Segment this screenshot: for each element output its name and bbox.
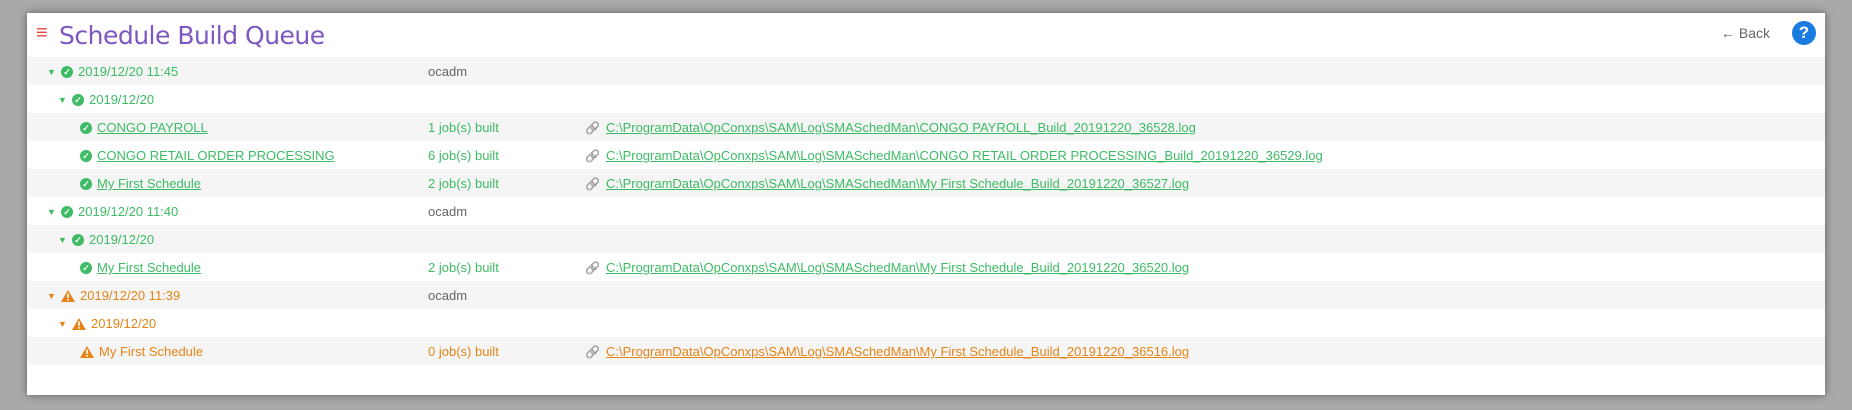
caret-down-icon[interactable]: ▼: [58, 319, 67, 329]
check-circle-icon: ✓: [80, 261, 92, 274]
tree-row[interactable]: ▼ 2019/12/20 11:39 ocadm: [27, 281, 1825, 309]
caret-down-icon[interactable]: ▼: [58, 235, 67, 245]
tree-row[interactable]: ▼ 2019/12/20: [27, 309, 1825, 337]
tree-node: ✓ CONGO RETAIL ORDER PROCESSING: [80, 148, 335, 163]
jobs-built-count: 2 job(s) built: [428, 176, 499, 191]
caret-down-icon[interactable]: ▼: [47, 291, 56, 301]
warning-icon: [80, 345, 94, 358]
schedule-name[interactable]: My First Schedule: [97, 176, 201, 191]
jobs-built-count: 2 job(s) built: [428, 260, 499, 275]
link-icon: 🔗: [585, 120, 600, 135]
tree-row[interactable]: ✓ My First Schedule 2 job(s) built 🔗 C:\Prog…: [27, 169, 1825, 197]
tree-row[interactable]: ▼ ✓ 2019/12/20 11:45 ocadm: [27, 57, 1825, 85]
user-name: ocadm: [428, 288, 468, 303]
tree-node: My First Schedule: [80, 344, 203, 359]
tree-node: ▼ ✓ 2019/12/20 11:40: [47, 204, 178, 219]
warning-icon: [61, 289, 75, 302]
log-path[interactable]: C:\ProgramData\OpConxps\SAM\Log\SMASched…: [606, 260, 1189, 275]
schedule-name: My First Schedule: [99, 344, 204, 359]
check-circle-icon: ✓: [80, 177, 92, 190]
node-label: 2019/12/20 11:45: [78, 64, 179, 79]
user-name: ocadm: [428, 204, 468, 219]
caret-down-icon[interactable]: ▼: [47, 67, 56, 77]
tree-node: ✓ My First Schedule: [80, 260, 201, 275]
build-queue-tree: ▼ ✓ 2019/12/20 11:45 ocadm ▼ ✓ 2019/12/20 ✓ CONG…: [27, 57, 1825, 365]
schedule-name[interactable]: CONGO RETAIL ORDER PROCESSING: [97, 148, 335, 163]
node-label: 2019/12/20: [91, 316, 157, 331]
caret-down-icon[interactable]: ▼: [58, 95, 67, 105]
hamburger-menu-icon[interactable]: ≡: [36, 23, 48, 43]
check-circle-icon: ✓: [61, 205, 73, 218]
caret-down-icon[interactable]: ▼: [47, 207, 56, 217]
check-circle-icon: ✓: [80, 121, 92, 134]
log-link[interactable]: 🔗 C:\ProgramData\OpConxps\SAM\Log\SMASche…: [585, 260, 1189, 275]
schedule-name[interactable]: My First Schedule: [97, 260, 201, 275]
tree-node: ▼ ✓ 2019/12/20: [58, 92, 154, 107]
log-link[interactable]: 🔗 C:\ProgramData\OpConxps\SAM\Log\SMASche…: [585, 148, 1323, 163]
jobs-built-count: 1 job(s) built: [428, 120, 499, 135]
tree-row[interactable]: ✓ CONGO PAYROLL 1 job(s) built 🔗 C:\ProgramD…: [27, 113, 1825, 141]
tree-row[interactable]: ▼ ✓ 2019/12/20: [27, 225, 1825, 253]
tree-row[interactable]: ✓ CONGO RETAIL ORDER PROCESSING 6 job(s) b…: [27, 141, 1825, 169]
node-label: 2019/12/20 11:39: [80, 288, 181, 303]
link-icon: 🔗: [585, 148, 600, 163]
log-link[interactable]: 🔗 C:\ProgramData\OpConxps\SAM\Log\SMASche…: [585, 344, 1189, 359]
page-title: Schedule Build Queue: [59, 21, 325, 50]
tree-node: ✓ CONGO PAYROLL: [80, 120, 208, 135]
check-circle-icon: ✓: [80, 149, 92, 162]
jobs-built-count: 6 job(s) built: [428, 148, 499, 163]
help-icon[interactable]: ?: [1792, 21, 1816, 45]
tree-row[interactable]: ▼ ✓ 2019/12/20: [27, 85, 1825, 113]
warning-icon: [72, 317, 86, 330]
tree-node: ▼ ✓ 2019/12/20: [58, 232, 154, 247]
check-circle-icon: ✓: [61, 65, 73, 78]
log-path[interactable]: C:\ProgramData\OpConxps\SAM\Log\SMASched…: [606, 148, 1323, 163]
node-label: 2019/12/20: [89, 92, 155, 107]
check-circle-icon: ✓: [72, 93, 84, 106]
schedule-name[interactable]: CONGO PAYROLL: [97, 120, 208, 135]
back-label: Back: [1738, 25, 1770, 41]
user-name: ocadm: [428, 64, 468, 79]
tree-node: ✓ My First Schedule: [80, 176, 201, 191]
arrow-left-icon: ←: [1720, 25, 1735, 41]
node-label: 2019/12/20: [89, 232, 155, 247]
link-icon: 🔗: [585, 344, 600, 359]
header: ≡ Schedule Build Queue ← Back ?: [27, 13, 1825, 57]
tree-row[interactable]: ▼ ✓ 2019/12/20 11:40 ocadm: [27, 197, 1825, 225]
node-label: 2019/12/20 11:40: [78, 204, 179, 219]
back-button[interactable]: ← Back: [1721, 25, 1770, 41]
schedule-build-queue-panel: ≡ Schedule Build Queue ← Back ? ▼ ✓ 2019/1…: [27, 13, 1825, 395]
tree-row[interactable]: ✓ My First Schedule 2 job(s) built 🔗 C:\Prog…: [27, 253, 1825, 281]
log-link[interactable]: 🔗 C:\ProgramData\OpConxps\SAM\Log\SMASche…: [585, 176, 1189, 191]
tree-node: ▼ 2019/12/20 11:39: [47, 288, 180, 303]
link-icon: 🔗: [585, 260, 600, 275]
log-path[interactable]: C:\ProgramData\OpConxps\SAM\Log\SMASched…: [606, 120, 1196, 135]
log-path[interactable]: C:\ProgramData\OpConxps\SAM\Log\SMASched…: [606, 344, 1189, 359]
link-icon: 🔗: [585, 176, 600, 191]
tree-node: ▼ 2019/12/20: [58, 316, 156, 331]
tree-row[interactable]: My First Schedule 0 job(s) built 🔗 C:\Progr…: [27, 337, 1825, 365]
tree-node: ▼ ✓ 2019/12/20 11:45: [47, 64, 178, 79]
log-link[interactable]: 🔗 C:\ProgramData\OpConxps\SAM\Log\SMASche…: [585, 120, 1196, 135]
check-circle-icon: ✓: [72, 233, 84, 246]
jobs-built-count: 0 job(s) built: [428, 344, 499, 359]
log-path[interactable]: C:\ProgramData\OpConxps\SAM\Log\SMASched…: [606, 176, 1189, 191]
